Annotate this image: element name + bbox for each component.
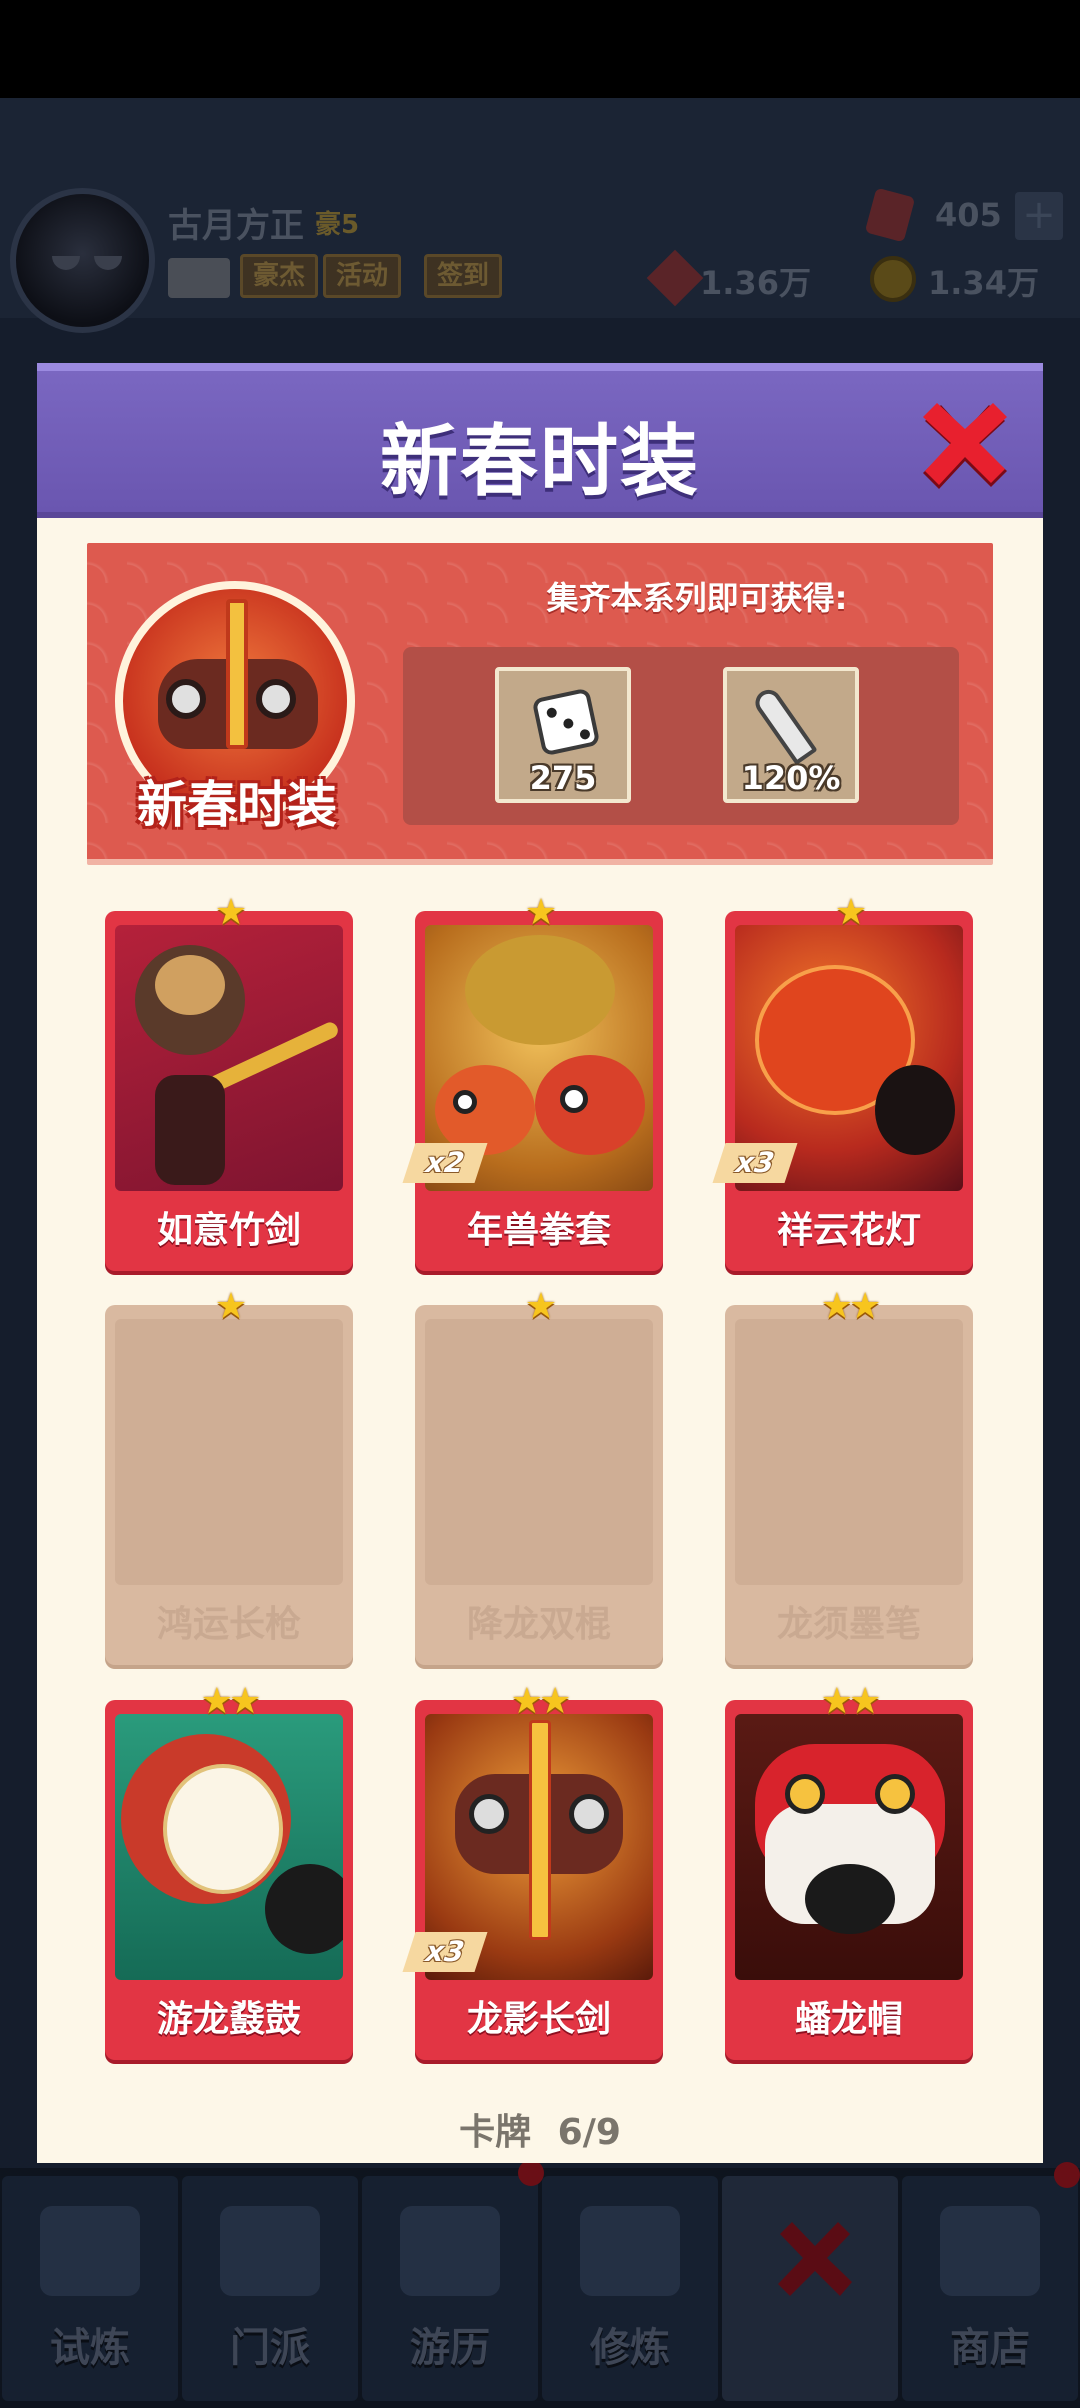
avatar-eye (94, 256, 122, 270)
reward-title: 集齐本系列即可获得: (546, 579, 848, 617)
card-ruyi-bamboo-sword[interactable]: ★ 如意竹剑 (105, 895, 353, 1271)
multiplier-tag: x2 (402, 1143, 488, 1183)
player-header (0, 98, 1080, 318)
gold-count: 1.34万 (928, 264, 1039, 302)
star-rating: ★ (834, 892, 867, 933)
reward-item-dice[interactable]: 275 (495, 667, 631, 803)
series-reward-banner: 新春时装 集齐本系列即可获得: 275 120% (87, 543, 993, 865)
card-dragon-whisker-brush[interactable]: ★★ 龙须墨笔 (725, 1289, 973, 1665)
shop-icon (940, 2206, 1040, 2296)
heroes-button[interactable]: 豪杰 (240, 254, 319, 298)
mountain-icon (400, 2206, 500, 2296)
card-progress-label: 卡牌 (459, 2112, 532, 2153)
card-nian-beast-gauntlet[interactable]: ★ x2 年兽拳套 (402, 895, 663, 1271)
star-rating: ★★ (820, 1286, 882, 1327)
card-dragon-taming-staves[interactable]: ★ 降龙双棍 (415, 1289, 663, 1665)
star-rating: ★★ (200, 1681, 262, 1722)
star-rating: ★ (524, 1286, 557, 1327)
book-icon (580, 2206, 680, 2296)
tab-trial[interactable]: 试炼 (2, 2176, 178, 2401)
tab-cultivate[interactable]: 修炼 (542, 2176, 718, 2401)
dice-icon (531, 687, 601, 757)
notification-dot (1054, 2162, 1080, 2188)
ninja-icon (40, 2206, 140, 2296)
card-auspicious-lantern[interactable]: ★ x3 祥云花灯 (712, 895, 973, 1271)
reward-box: 275 120% (403, 647, 959, 825)
tab-sect[interactable]: 门派 (182, 2176, 358, 2401)
player-avatar[interactable] (10, 188, 155, 333)
checkin-button[interactable]: 签到 (424, 254, 503, 298)
tab-label: 试炼 (50, 2325, 130, 2371)
drum-icon (115, 1714, 343, 1980)
tab-shop[interactable]: 商店 (902, 2176, 1078, 2401)
player-rank: 豪5 (315, 210, 360, 240)
card-name: 蟠龙帽 (794, 1999, 903, 2040)
dialog-title: 新春时装 (379, 417, 700, 507)
card-name: 龙影长剑 (466, 1999, 611, 2040)
token-count: 1.36万 (700, 264, 811, 302)
sword-icon (226, 599, 248, 749)
knife-icon (750, 684, 818, 766)
tab-label: 修炼 (590, 2325, 670, 2371)
bottom-navigation: 试炼 门派 游历 修炼 商店 (0, 2160, 1080, 2408)
add-gems-button[interactable]: + (1015, 192, 1063, 240)
card-placeholder (115, 1319, 343, 1585)
card-fortune-spear[interactable]: ★ 鸿运长枪 (105, 1289, 353, 1665)
multiplier-tag: x3 (402, 1932, 488, 1972)
card-name: 如意竹剑 (156, 1210, 301, 1251)
card-placeholder (735, 1319, 963, 1585)
card-dragon-shadow-sword[interactable]: ★★ x3 龙影长剑 (402, 1684, 663, 2060)
dragon-hat-icon (735, 1714, 963, 1980)
mail-icon[interactable] (168, 258, 230, 298)
status-bar (0, 0, 1080, 98)
reward-amount: 120% (741, 759, 841, 797)
card-name: 降龙双棍 (466, 1604, 611, 1645)
star-rating: ★ (524, 892, 557, 933)
temple-icon (220, 2206, 320, 2296)
card-coiled-dragon-hat[interactable]: ★★ 蟠龙帽 (725, 1684, 973, 2060)
dialog-header: 新春时装 (37, 363, 1043, 518)
card-placeholder (425, 1319, 653, 1585)
card-dragon-drum[interactable]: ★★ 游龙鼗鼓 (105, 1684, 353, 2060)
gold-coin-icon (870, 256, 916, 302)
tab-close-overlay[interactable] (722, 2176, 898, 2401)
card-name: 年兽拳套 (466, 1210, 611, 1251)
gem-count: 405 (935, 196, 1002, 234)
star-rating: ★ (214, 1286, 247, 1327)
close-x-icon (778, 2222, 852, 2296)
star-rating: ★ (214, 892, 247, 933)
star-rating: ★★ (510, 1681, 572, 1722)
reward-item-knife[interactable]: 120% (723, 667, 859, 803)
monkey-king-icon (115, 925, 343, 1191)
tab-travel[interactable]: 游历 (362, 2176, 538, 2401)
close-button[interactable] (917, 399, 1013, 495)
card-name: 鸿运长枪 (156, 1604, 301, 1645)
card-name: 游龙鼗鼓 (156, 1999, 301, 2040)
card-progress: 卡牌 6/9 (37, 2103, 1043, 2155)
star-rating: ★★ (820, 1681, 882, 1722)
multiplier-tag: x3 (712, 1143, 798, 1183)
avatar-eye (52, 256, 80, 270)
card-progress-value: 6/9 (557, 2112, 621, 2153)
tab-label: 商店 (950, 2325, 1030, 2371)
series-badge-label: 新春时装 (137, 776, 337, 834)
player-name: 古月方正 (168, 206, 304, 246)
tab-label: 门派 (230, 2325, 310, 2371)
card-name: 祥云花灯 (776, 1210, 921, 1251)
reward-amount: 275 (529, 759, 597, 797)
events-button[interactable]: 活动 (323, 254, 402, 298)
notification-dot (518, 2160, 544, 2186)
tab-label: 游历 (410, 2325, 490, 2371)
costume-collection-dialog: 新春时装 新春时装 集齐本系列即可获得: 275 120% ★ 如意竹剑 ★ x… (37, 363, 1043, 2163)
card-name: 龙须墨笔 (776, 1604, 921, 1645)
